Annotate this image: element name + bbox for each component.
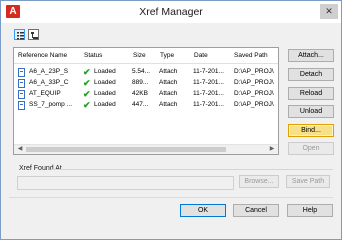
date: 11-7-201... — [193, 68, 224, 75]
status: Loaded — [94, 68, 116, 75]
xref-found-at-field[interactable] — [17, 176, 234, 190]
status: Loaded — [94, 101, 116, 108]
tree-view-toggle[interactable] — [28, 29, 39, 40]
drawing-file-icon — [18, 79, 25, 88]
xref-manager-dialog: A Xref Manager ✕ Reference Name Status S… — [0, 0, 342, 240]
saved-path: D:\AP_PROJ\ — [234, 79, 274, 86]
reference-name: A6_A_23P_S — [29, 68, 69, 75]
loaded-check-icon: ✔ — [83, 100, 91, 110]
date: 11-7-201... — [193, 79, 224, 86]
status: Loaded — [94, 79, 116, 86]
type: Attach — [159, 101, 178, 108]
browse-button[interactable]: Browse... — [239, 175, 279, 188]
column-header-date[interactable]: Date — [194, 52, 208, 59]
list-column-header: Reference Name Status Size Type Date Sav… — [14, 48, 278, 64]
size: 889... — [132, 79, 149, 86]
column-header-type[interactable]: Type — [160, 52, 174, 59]
date: 11-7-201... — [193, 101, 224, 108]
save-path-button[interactable]: Save Path — [286, 175, 330, 188]
cancel-button[interactable]: Cancel — [233, 204, 279, 217]
drawing-file-icon — [18, 90, 25, 99]
type: Attach — [159, 79, 178, 86]
list-view-icon — [17, 32, 24, 40]
reload-button[interactable]: Reload — [288, 87, 334, 100]
group-divider — [51, 169, 333, 170]
scroll-thumb[interactable] — [26, 147, 226, 152]
unload-button[interactable]: Unload — [288, 105, 334, 118]
scroll-right-arrow-icon[interactable]: ▶ — [267, 145, 277, 154]
column-header-status[interactable]: Status — [84, 52, 102, 59]
saved-path: D:\AP_PROJ\ — [234, 90, 274, 97]
close-button[interactable]: ✕ — [320, 4, 338, 19]
size: 447... — [132, 101, 149, 108]
footer-divider — [9, 197, 333, 198]
size: 5.54... — [132, 68, 151, 75]
bind-button[interactable]: Bind... — [288, 124, 334, 137]
type: Attach — [159, 68, 178, 75]
horizontal-scrollbar[interactable]: ◀ ▶ — [14, 144, 278, 154]
column-header-saved-path[interactable]: Saved Path — [234, 52, 268, 59]
table-row[interactable]: A6_A_33P_C ✔ Loaded 889... Attach 11-7-2… — [14, 78, 278, 89]
reference-name: AT_EQUIP — [29, 90, 61, 97]
help-button[interactable]: Help — [287, 204, 333, 217]
tree-view-icon — [31, 32, 38, 39]
dialog-title: Xref Manager — [139, 6, 203, 18]
date: 11-7-201... — [193, 90, 224, 97]
type: Attach — [159, 90, 178, 97]
drawing-file-icon — [18, 68, 25, 77]
xref-list[interactable]: Reference Name Status Size Type Date Sav… — [13, 47, 279, 155]
reference-name: A6_A_33P_C — [29, 79, 69, 86]
loaded-check-icon: ✔ — [83, 78, 91, 88]
column-header-size[interactable]: Size — [133, 52, 146, 59]
drawing-file-icon — [18, 101, 25, 110]
table-row[interactable]: SS_7_pomp ... ✔ Loaded 447... Attach 11-… — [14, 100, 278, 111]
attach-button[interactable]: Attach... — [288, 49, 334, 62]
size: 42KB — [132, 90, 148, 97]
column-header-reference-name[interactable]: Reference Name — [18, 52, 67, 59]
status: Loaded — [94, 90, 116, 97]
reference-name: SS_7_pomp ... — [29, 101, 72, 108]
saved-path: D:\AP_PROJ\ — [234, 101, 274, 108]
loaded-check-icon: ✔ — [83, 67, 91, 77]
detach-button[interactable]: Detach — [288, 68, 334, 81]
loaded-check-icon: ✔ — [83, 89, 91, 99]
scroll-left-arrow-icon[interactable]: ◀ — [15, 145, 25, 154]
open-button[interactable]: Open — [288, 142, 334, 155]
table-row[interactable]: A6_A_23P_S ✔ Loaded 5.54... Attach 11-7-… — [14, 67, 278, 78]
table-row[interactable]: AT_EQUIP ✔ Loaded 42KB Attach 11-7-201..… — [14, 89, 278, 100]
ok-button[interactable]: OK — [180, 204, 226, 217]
list-view-toggle[interactable] — [14, 29, 25, 40]
saved-path: D:\AP_PROJ\ — [234, 68, 274, 75]
title-bar: A Xref Manager ✕ — [1, 1, 341, 23]
